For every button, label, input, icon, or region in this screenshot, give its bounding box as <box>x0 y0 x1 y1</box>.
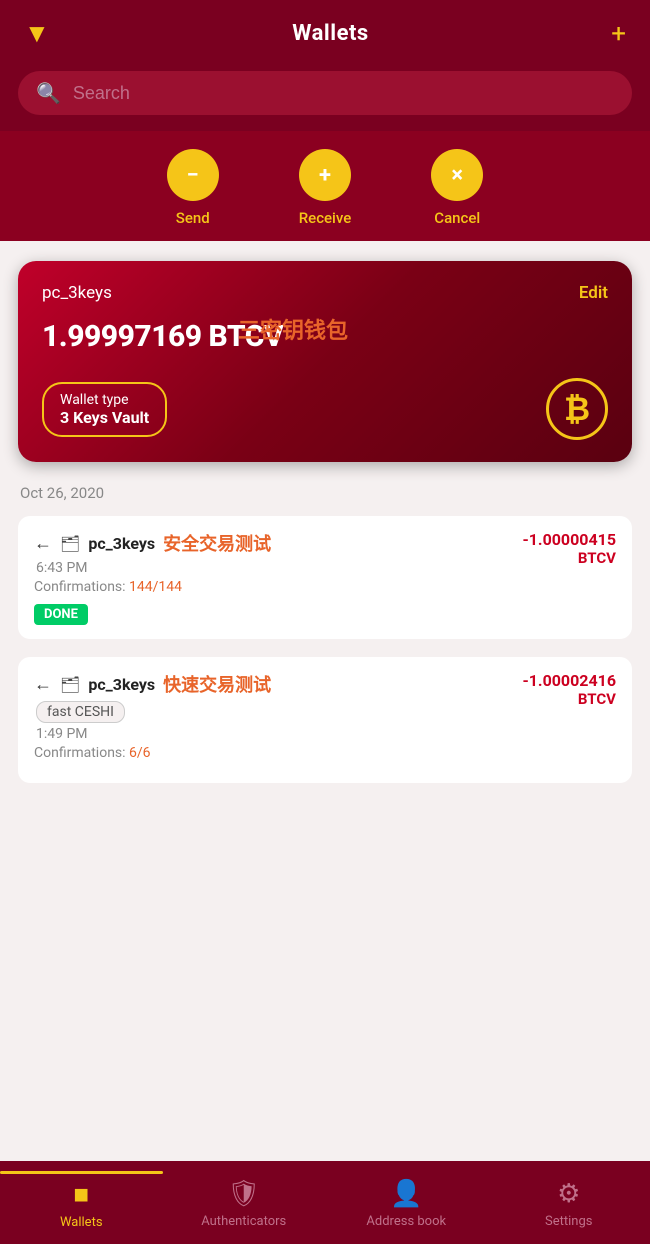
tx-confirmations-2: Confirmations: 6/6 <box>34 745 522 761</box>
nav-item-settings[interactable]: ⚙ Settings <box>488 1171 650 1230</box>
card-top: pc_3keys Edit <box>42 283 608 303</box>
page-title: Wallets <box>292 21 368 46</box>
tx-wallet-name-2: pc_3keys <box>88 675 155 694</box>
receive-label: Receive <box>299 209 352 227</box>
tx-badge-1: DONE <box>34 604 88 625</box>
action-bar: − Send + Receive × Cancel <box>0 131 650 241</box>
search-input[interactable] <box>73 83 614 104</box>
tx-conf-value-1: 144/144 <box>129 579 182 595</box>
table-row[interactable]: ← 🗂 pc_3keys 快速交易测试 fast CESHI 1:49 PM C… <box>18 657 632 783</box>
nav-item-authenticators[interactable]: 🛡 Authenticators <box>163 1171 326 1230</box>
tx-conf-value-2: 6/6 <box>129 745 151 761</box>
tx-left-2: ← 🗂 pc_3keys 快速交易测试 fast CESHI 1:49 PM C… <box>34 671 522 769</box>
nav-item-address-book[interactable]: 👤 Address book <box>325 1171 488 1230</box>
send-circle: − <box>167 149 219 201</box>
wallets-icon: ■ <box>73 1179 89 1210</box>
tx-annotation-zh-2: 快速交易测试 <box>163 671 271 697</box>
tx-time-1: 6:43 PM <box>34 560 522 576</box>
btc-icon: ₿ <box>546 378 608 440</box>
tx-amount-currency-2: BTCV <box>522 690 616 708</box>
wallet-type-box: Wallet type 3 Keys Vault <box>42 382 167 437</box>
settings-nav-label: Settings <box>545 1214 592 1229</box>
tx-top-row-1: ← 🗂 pc_3keys 安全交易测试 <box>34 530 522 556</box>
tx-conf-label-2: Confirmations: <box>34 745 129 761</box>
filter-icon[interactable]: ▼ <box>24 18 50 49</box>
search-bar-container: 🔍 <box>0 63 650 131</box>
address-book-nav-label: Address book <box>366 1214 446 1229</box>
card-name: pc_3keys <box>42 283 112 303</box>
tx-conf-label-1: Confirmations: <box>34 579 129 595</box>
wallet-card[interactable]: pc_3keys Edit 1.99997169 BTCV 三密钥钱包 Wall… <box>18 261 632 462</box>
cancel-circle: × <box>431 149 483 201</box>
nav-active-bar-wallets <box>0 1171 163 1174</box>
table-row[interactable]: ← 🗂 pc_3keys 安全交易测试 6:43 PM Confirmation… <box>18 516 632 639</box>
tx-arrow-icon-1: ← <box>34 533 52 554</box>
authenticators-icon: 🛡 <box>227 1179 260 1209</box>
tx-wallet-name-1: pc_3keys <box>88 534 155 553</box>
wallet-type-label: Wallet type <box>60 392 149 408</box>
address-book-icon: 👤 <box>390 1179 422 1209</box>
send-label: Send <box>176 209 210 227</box>
tx-amount-value-2: -1.00002416 <box>522 671 616 690</box>
send-action[interactable]: − Send <box>167 149 219 227</box>
nav-active-bar-auth <box>163 1171 326 1174</box>
settings-icon: ⚙ <box>557 1179 580 1209</box>
cancel-action[interactable]: × Cancel <box>431 149 483 227</box>
tx-arrow-icon-2: ← <box>34 674 52 695</box>
tx-amount-1: -1.00000415 BTCV <box>522 530 616 567</box>
tx-wallet-icon-2: 🗂 <box>60 675 80 694</box>
card-edit-button[interactable]: Edit <box>579 283 608 303</box>
tx-confirmations-1: Confirmations: 144/144 <box>34 579 522 595</box>
nav-active-bar-settings <box>488 1171 650 1174</box>
tx-fast-tag: fast CESHI <box>36 701 125 723</box>
tx-left-1: ← 🗂 pc_3keys 安全交易测试 6:43 PM Confirmation… <box>34 530 522 625</box>
wallet-type-value: 3 Keys Vault <box>60 408 149 427</box>
search-icon: 🔍 <box>36 81 61 105</box>
authenticators-nav-label: Authenticators <box>201 1214 286 1229</box>
main-content: pc_3keys Edit 1.99997169 BTCV 三密钥钱包 Wall… <box>0 241 650 1161</box>
bottom-nav: ■ Wallets 🛡 Authenticators 👤 Address boo… <box>0 1161 650 1244</box>
tx-amount-value-1: -1.00000415 <box>522 530 616 549</box>
date-separator: Oct 26, 2020 <box>18 484 632 502</box>
wallets-nav-label: Wallets <box>60 1215 103 1230</box>
tx-top-row-2: ← 🗂 pc_3keys 快速交易测试 <box>34 671 522 697</box>
receive-action[interactable]: + Receive <box>299 149 352 227</box>
nav-item-wallets[interactable]: ■ Wallets <box>0 1171 163 1230</box>
card-bottom: Wallet type 3 Keys Vault ₿ <box>42 378 608 440</box>
search-inner[interactable]: 🔍 <box>18 71 632 115</box>
cancel-label: Cancel <box>434 209 480 227</box>
nav-active-bar-address <box>325 1171 488 1174</box>
tx-annotation-zh-1: 安全交易测试 <box>163 530 271 556</box>
app-header: ▼ Wallets + <box>0 0 650 63</box>
tx-fast-label-2: fast CESHI <box>34 701 522 723</box>
card-balance: 1.99997169 BTCV <box>42 319 608 354</box>
tx-wallet-icon-1: 🗂 <box>60 534 80 553</box>
tx-amount-2: -1.00002416 BTCV <box>522 671 616 708</box>
receive-circle: + <box>299 149 351 201</box>
tx-time-2: 1:49 PM <box>34 726 522 742</box>
tx-amount-currency-1: BTCV <box>522 549 616 567</box>
add-icon[interactable]: + <box>611 19 626 49</box>
